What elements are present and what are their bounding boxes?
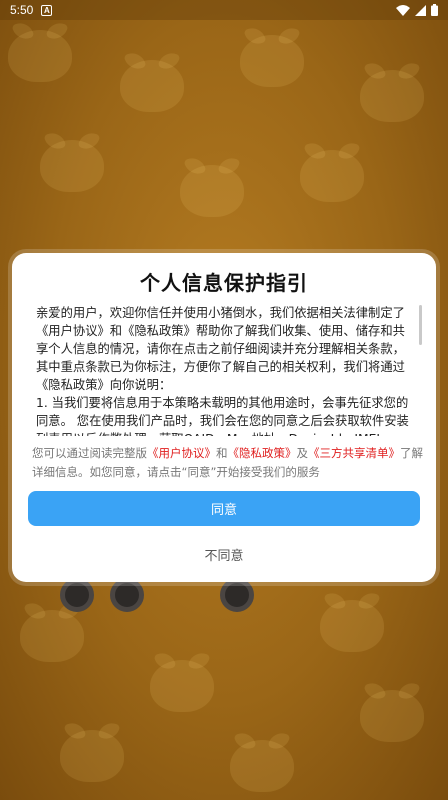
pig-pattern-icon <box>180 165 244 217</box>
wheel-icon <box>220 578 254 612</box>
pig-pattern-icon <box>40 140 104 192</box>
pig-pattern-icon <box>360 690 424 742</box>
notice-text: 您可以通过阅读完整版《用户协议》和《隐私政策》及《三方共享清单》了解详细信息。如… <box>32 444 426 482</box>
signal-icon <box>415 4 426 16</box>
third-party-list-link[interactable]: 《三方共享清单》 <box>308 446 400 460</box>
status-bar: 5:50 A <box>0 0 448 20</box>
agree-button[interactable]: 同意 <box>28 491 420 526</box>
pig-pattern-icon <box>300 150 364 202</box>
notice-and: 和 <box>216 446 228 460</box>
user-agreement-link[interactable]: 《用户协议》 <box>147 446 216 460</box>
dialog-title: 个人信息保护指引 <box>140 271 308 295</box>
wifi-icon <box>396 4 410 16</box>
pig-pattern-icon <box>60 730 124 782</box>
wheel-icon <box>60 578 94 612</box>
pig-pattern-icon <box>150 660 214 712</box>
disagree-button[interactable]: 不同意 <box>28 539 420 569</box>
pig-pattern-icon <box>360 70 424 122</box>
privacy-policy-link[interactable]: 《隐私政策》 <box>228 446 297 460</box>
policy-scroll-area[interactable]: 亲爱的用户，欢迎你信任并使用小猪倒水，我们依据相关法律制定了《用户协议》和《隐私… <box>36 304 426 436</box>
pig-pattern-icon <box>8 30 72 82</box>
wheel-icon <box>110 578 144 612</box>
scrollbar[interactable] <box>419 305 422 345</box>
notification-a-icon: A <box>41 4 53 16</box>
privacy-dialog: 个人信息保护指引 亲爱的用户，欢迎你信任并使用小猪倒水，我们依据相关法律制定了《… <box>12 253 436 582</box>
pig-pattern-icon <box>20 610 84 662</box>
pig-pattern-icon <box>240 35 304 87</box>
notice-and2: 及 <box>296 446 309 460</box>
status-time: 5:50 <box>10 3 34 17</box>
pig-pattern-icon <box>230 740 294 792</box>
pig-pattern-icon <box>320 600 384 652</box>
pig-pattern-icon <box>120 60 184 112</box>
policy-text: 亲爱的用户，欢迎你信任并使用小猪倒水，我们依据相关法律制定了《用户协议》和《隐私… <box>36 306 409 436</box>
notice-prefix: 您可以通过阅读完整版 <box>32 446 147 460</box>
battery-icon <box>431 4 438 16</box>
